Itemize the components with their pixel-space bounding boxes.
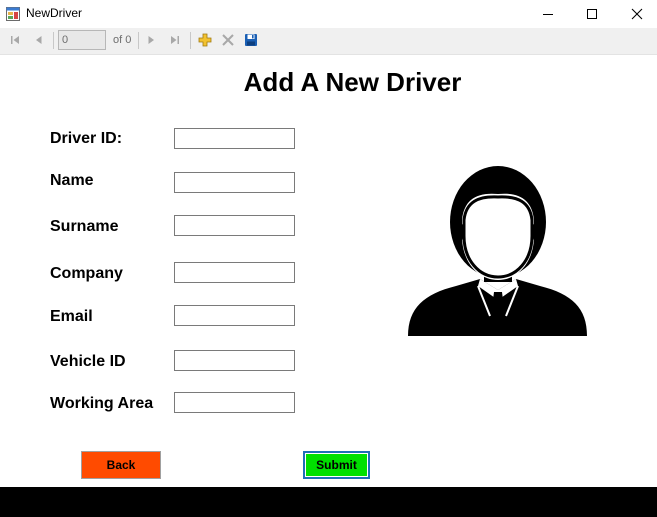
move-last-button[interactable] <box>167 32 183 48</box>
delete-icon <box>222 34 234 46</box>
toolbar-separator <box>53 32 54 49</box>
delete-button[interactable] <box>220 32 236 48</box>
maximize-button[interactable] <box>569 0 615 28</box>
add-new-icon <box>198 33 212 47</box>
move-next-icon <box>148 36 154 44</box>
move-next-button[interactable] <box>143 32 159 48</box>
driver-avatar-icon <box>408 166 587 336</box>
minimize-icon <box>543 14 553 15</box>
submit-button[interactable]: Submit <box>303 451 370 479</box>
name-label: Name <box>50 172 94 189</box>
toolbar-separator <box>190 32 191 49</box>
close-icon <box>631 8 643 20</box>
working-area-label: Working Area <box>50 395 154 412</box>
window-title: NewDriver <box>26 6 83 20</box>
move-previous-button[interactable] <box>31 32 47 48</box>
name-input[interactable] <box>174 172 295 193</box>
email-label: Email <box>50 308 93 325</box>
add-new-button[interactable] <box>197 32 213 48</box>
title-bar: NewDriver <box>0 0 657 28</box>
save-icon <box>245 34 257 46</box>
move-first-button[interactable] <box>7 32 23 48</box>
company-label: Company <box>50 265 123 282</box>
move-first-icon <box>11 36 19 44</box>
app-form-icon <box>6 7 20 21</box>
position-input[interactable] <box>58 30 106 50</box>
page-title: Add A New Driver <box>243 67 462 97</box>
maximize-icon <box>587 9 597 19</box>
close-button[interactable] <box>614 0 657 28</box>
vehicle-id-label: Vehicle ID <box>50 353 126 370</box>
back-button[interactable]: Back <box>81 451 161 479</box>
working-area-input[interactable] <box>174 392 295 413</box>
driver-id-input[interactable] <box>174 128 295 149</box>
minimize-button[interactable] <box>525 0 571 28</box>
surname-input[interactable] <box>174 215 295 236</box>
bottom-strip <box>0 487 657 517</box>
count-label: of 0 <box>113 34 132 46</box>
driver-id-label: Driver ID: <box>50 130 123 147</box>
vehicle-id-input[interactable] <box>174 350 295 371</box>
email-input[interactable] <box>174 305 295 326</box>
move-last-icon <box>171 36 179 44</box>
save-button[interactable] <box>243 32 259 48</box>
toolbar-separator <box>138 32 139 49</box>
company-input[interactable] <box>174 262 295 283</box>
surname-label: Surname <box>50 218 119 235</box>
binding-navigator: of 0 <box>0 28 657 55</box>
move-previous-icon <box>36 36 42 44</box>
